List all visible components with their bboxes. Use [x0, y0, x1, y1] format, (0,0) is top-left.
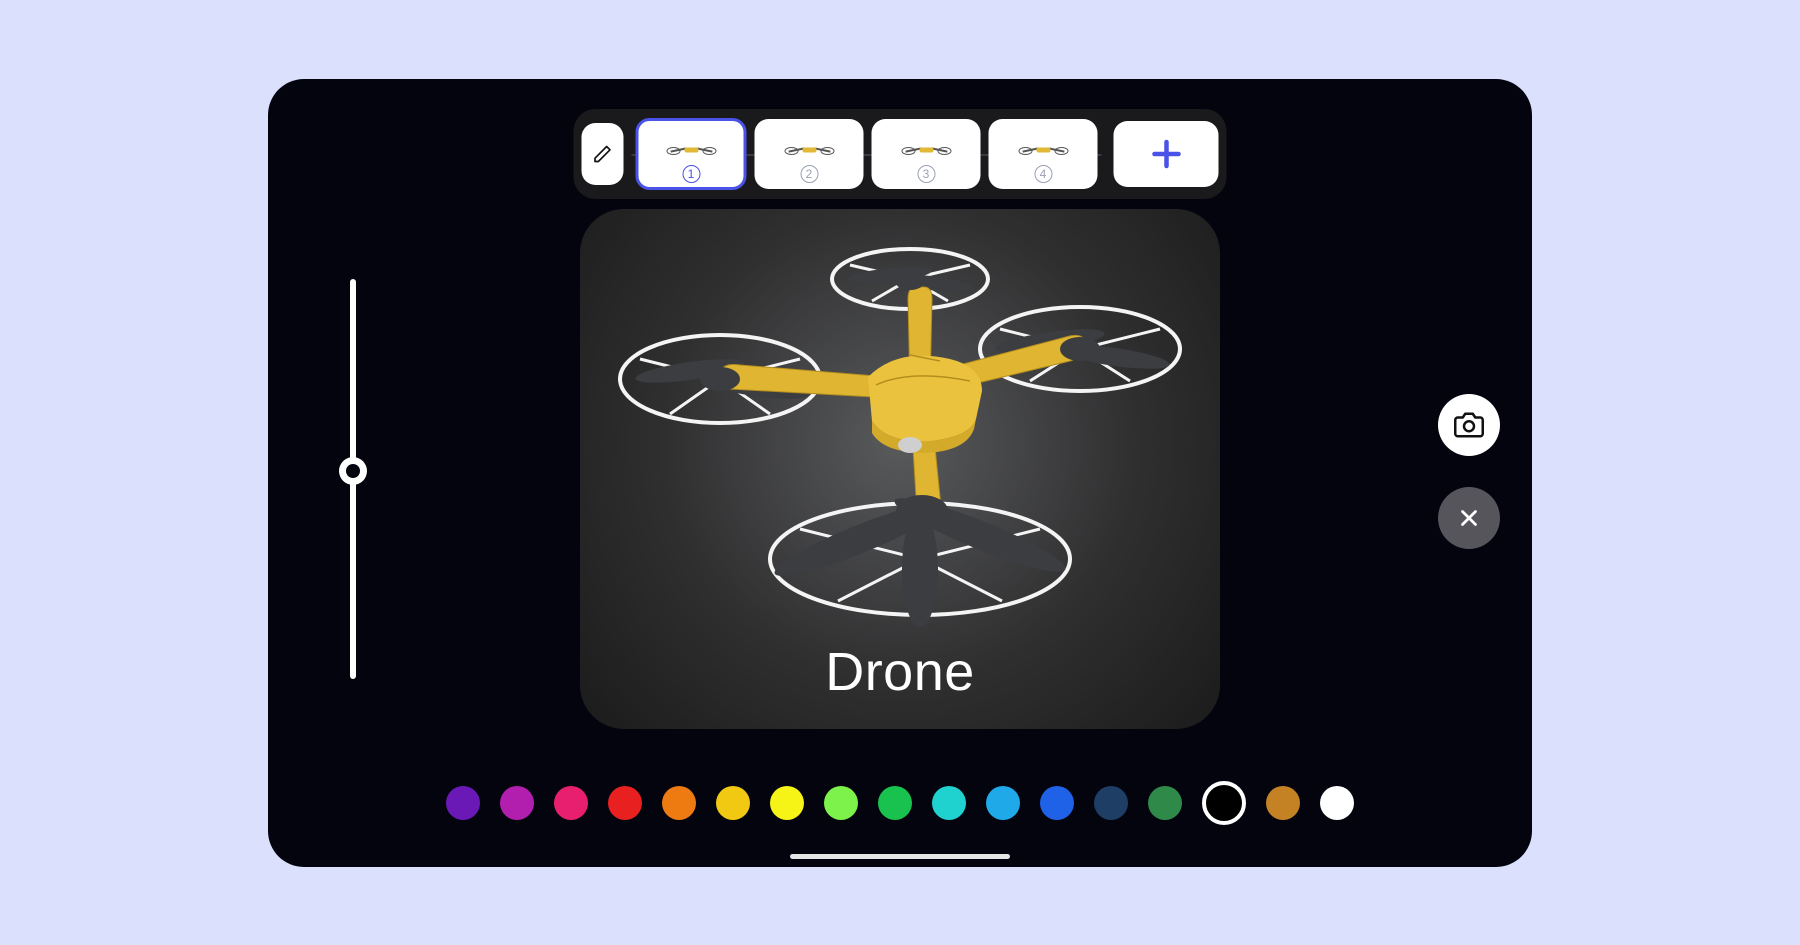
color-swatch-9[interactable]: [932, 786, 966, 820]
slider-track: [350, 279, 356, 679]
preview-canvas[interactable]: Drone: [580, 209, 1220, 729]
frame-thumbnail-2[interactable]: 2: [755, 119, 864, 189]
add-frame-button[interactable]: [1114, 121, 1219, 187]
frame-index-badge: 3: [917, 165, 935, 183]
color-palette: [446, 781, 1354, 825]
edit-button[interactable]: [582, 123, 624, 185]
close-button[interactable]: [1438, 487, 1500, 549]
frame-index-badge: 1: [682, 165, 700, 183]
frame-thumbnail-3[interactable]: 3: [872, 119, 981, 189]
drone-model: [610, 229, 1190, 629]
color-swatch-14[interactable]: [1202, 781, 1246, 825]
frame-index-badge: 2: [800, 165, 818, 183]
frame-list: 1 2 3 4: [632, 118, 1102, 190]
color-swatch-2[interactable]: [554, 786, 588, 820]
color-swatch-16[interactable]: [1320, 786, 1354, 820]
home-indicator: [790, 854, 1010, 859]
frame-thumbnail-1[interactable]: 1: [636, 118, 747, 190]
plus-icon: [1148, 136, 1184, 172]
editor-device-frame: 1 2 3 4: [268, 79, 1532, 867]
camera-icon: [1454, 410, 1484, 440]
color-swatch-11[interactable]: [1040, 786, 1074, 820]
color-swatch-6[interactable]: [770, 786, 804, 820]
frame-index-badge: 4: [1034, 165, 1052, 183]
color-swatch-10[interactable]: [986, 786, 1020, 820]
close-icon: [1456, 505, 1482, 531]
frame-toolbar: 1 2 3 4: [574, 109, 1227, 199]
pencil-icon: [593, 144, 613, 164]
frame-thumb-image: [668, 138, 714, 162]
frame-thumb-image: [903, 138, 949, 162]
color-swatch-3[interactable]: [608, 786, 642, 820]
frame-thumb-image: [1020, 138, 1066, 162]
camera-button[interactable]: [1438, 394, 1500, 456]
frame-thumbnail-4[interactable]: 4: [989, 119, 1098, 189]
vertical-slider[interactable]: [338, 279, 368, 679]
color-swatch-5[interactable]: [716, 786, 750, 820]
color-swatch-13[interactable]: [1148, 786, 1182, 820]
color-swatch-7[interactable]: [824, 786, 858, 820]
color-swatch-1[interactable]: [500, 786, 534, 820]
color-swatch-8[interactable]: [878, 786, 912, 820]
frame-thumb-image: [786, 138, 832, 162]
color-swatch-0[interactable]: [446, 786, 480, 820]
color-swatch-15[interactable]: [1266, 786, 1300, 820]
canvas-label: Drone: [825, 641, 975, 703]
color-swatch-4[interactable]: [662, 786, 696, 820]
slider-knob[interactable]: [339, 457, 367, 485]
color-swatch-12[interactable]: [1094, 786, 1128, 820]
